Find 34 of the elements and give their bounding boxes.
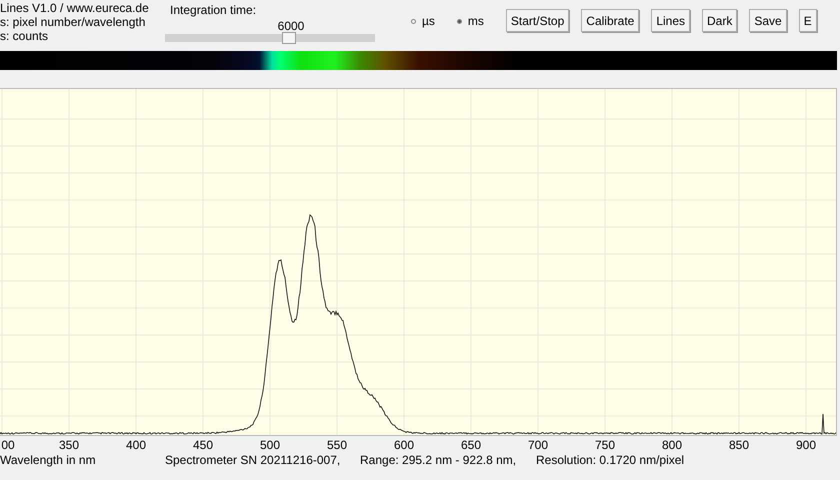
axis-tick-label: 700: [528, 438, 548, 452]
info-text: s: counts: [0, 29, 50, 43]
integration-slider[interactable]: [165, 34, 375, 42]
axis-title: Wavelength in nm: [0, 453, 97, 467]
status-text: Range: 295.2 nm - 922.8 nm,: [360, 453, 518, 467]
toolbar-button[interactable]: E: [798, 9, 817, 32]
axis-tick-label: 500: [260, 438, 280, 452]
toolbar-button[interactable]: Dark: [702, 9, 738, 32]
radio-button[interactable]: [411, 18, 416, 24]
info-text: Lines V1.0 / www.eureca.de: [0, 1, 150, 15]
axis-tick-label: 00: [1, 438, 15, 452]
toolbar-button[interactable]: Save: [749, 9, 787, 32]
axis-tick-label: 900: [796, 438, 816, 452]
axis-tick-label: 650: [460, 438, 482, 452]
integration-label: Integration time:: [170, 3, 258, 17]
axis-tick-label: 350: [58, 438, 80, 452]
axis-tick-label: 800: [662, 438, 682, 452]
toolbar-button[interactable]: Calibrate: [581, 9, 640, 32]
integration-value: 6000: [278, 19, 304, 33]
toolbar-button[interactable]: Start/Stop: [506, 9, 570, 32]
radio-button[interactable]: [456, 18, 462, 24]
info-text: s: pixel number/wavelength: [0, 15, 146, 29]
axis-tick-label: 400: [126, 438, 146, 452]
axis-tick-label: 750: [594, 438, 616, 452]
toolbar-button[interactable]: Lines: [651, 9, 690, 32]
axis-tick-label: 850: [728, 438, 750, 452]
axis-tick-label: 450: [192, 438, 214, 452]
unit-label: ms: [468, 13, 484, 30]
unit-label: µs: [422, 13, 435, 30]
axis-tick-label: 600: [394, 438, 414, 452]
slider-thumb[interactable]: [282, 32, 296, 44]
axis-tick-label: 550: [326, 438, 348, 452]
status-text: Resolution: 0.1720 nm/pixel: [536, 453, 684, 467]
status-text: Spectrometer SN 20211216-007,: [165, 453, 342, 467]
